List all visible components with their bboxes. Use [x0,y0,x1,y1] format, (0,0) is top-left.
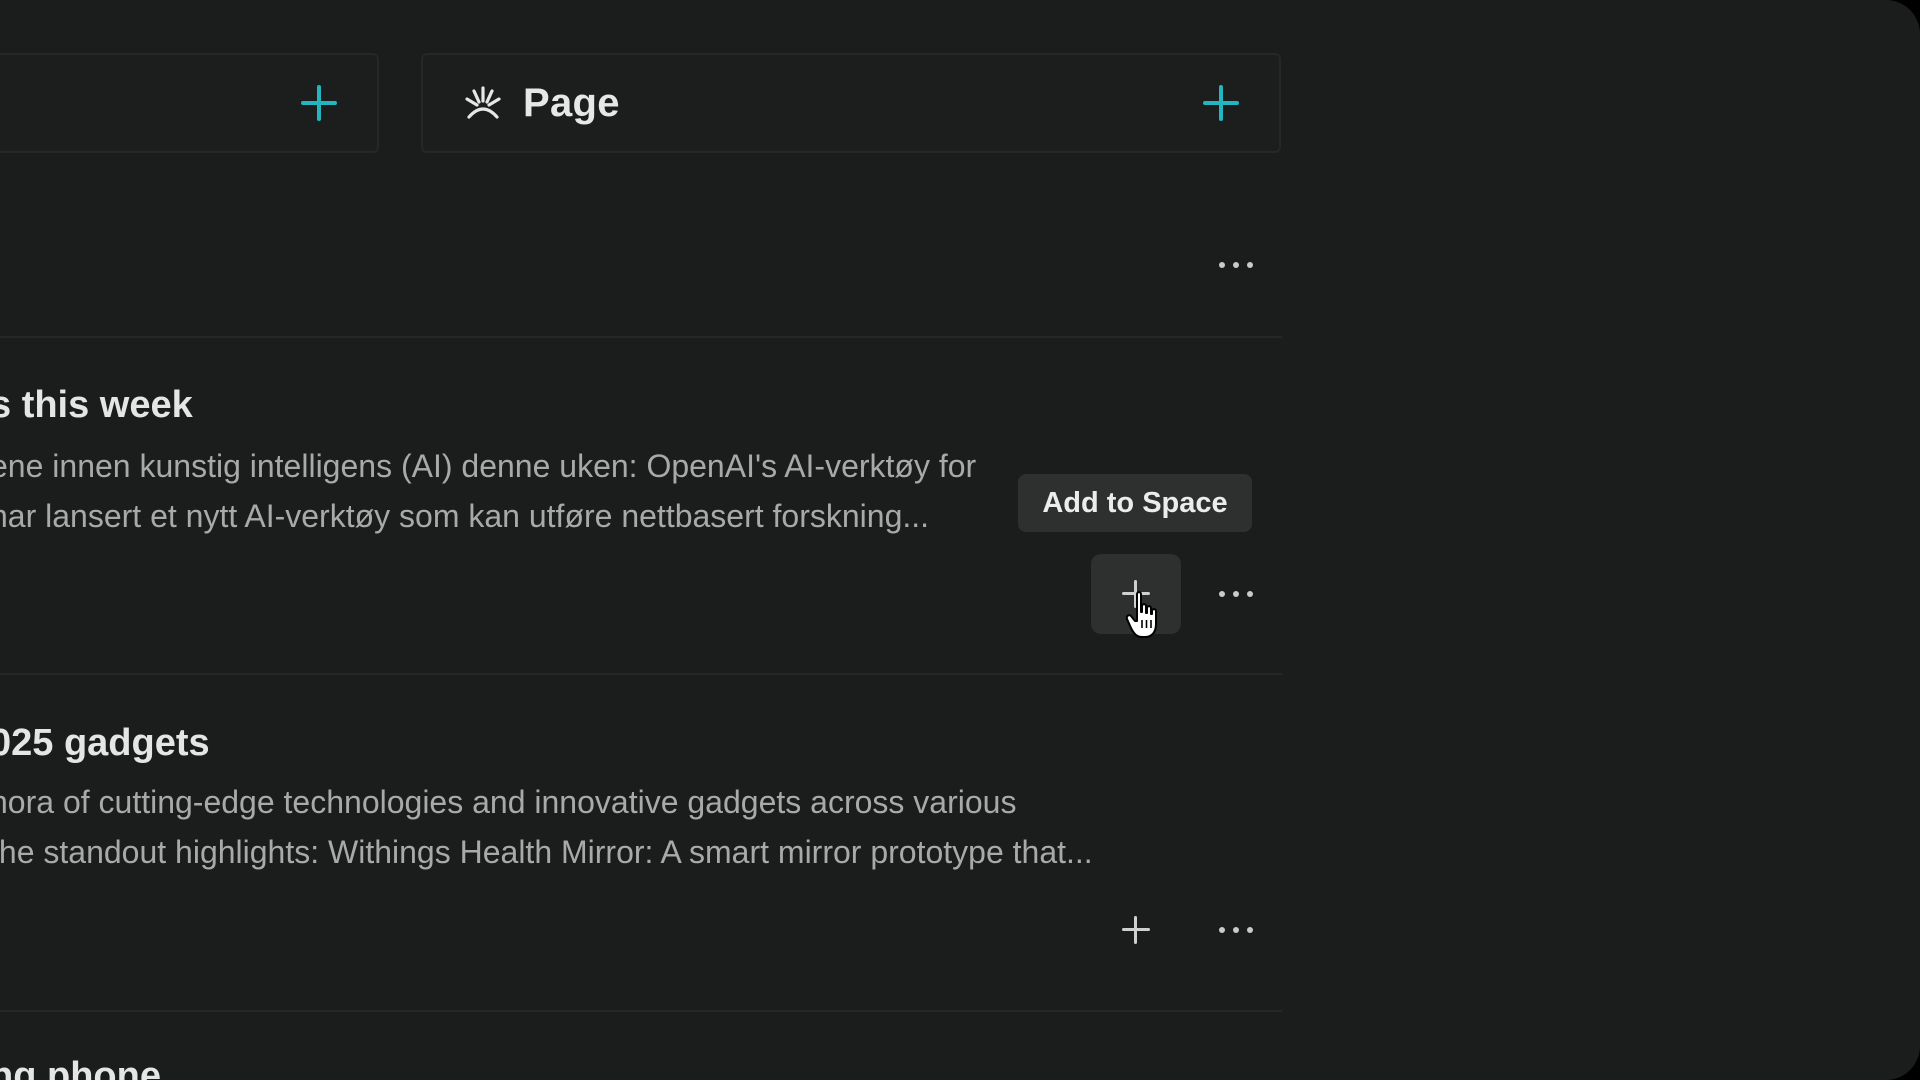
hand-pointer-cursor-icon [1125,591,1157,638]
item-title[interactable]: 025 gadgets [0,722,210,765]
more-options-icon[interactable] [1219,924,1253,936]
item-summary-line: the standout highlights: Withings Health… [0,834,1093,870]
divider [0,1010,1282,1012]
left-header-card [0,53,379,153]
add-to-space-button[interactable] [1091,890,1181,970]
item-summary-line: ene innen kunstig intelligens (AI) denne… [0,448,977,484]
divider [0,336,1282,338]
item-title[interactable]: ng phone [0,1055,161,1080]
more-options-icon[interactable] [1219,588,1253,600]
page-header-card: Page [421,53,1281,153]
add-to-space-tooltip: Add to Space [1018,474,1252,532]
item-title[interactable]: s this week [0,384,193,427]
item-summary-line: hora of cutting-edge technologies and in… [0,784,1017,820]
more-options-icon[interactable] [1219,259,1253,271]
add-page-icon[interactable] [1203,85,1239,121]
divider [0,673,1282,675]
plus-icon [1122,916,1150,944]
app-window: Page s this week ene innen kunstig intel… [0,0,1920,1080]
content-panel: Page s this week ene innen kunstig intel… [0,0,1282,1080]
page-sparkle-icon [465,86,501,119]
add-left-icon[interactable] [301,85,337,121]
page-title: Page [523,81,620,125]
